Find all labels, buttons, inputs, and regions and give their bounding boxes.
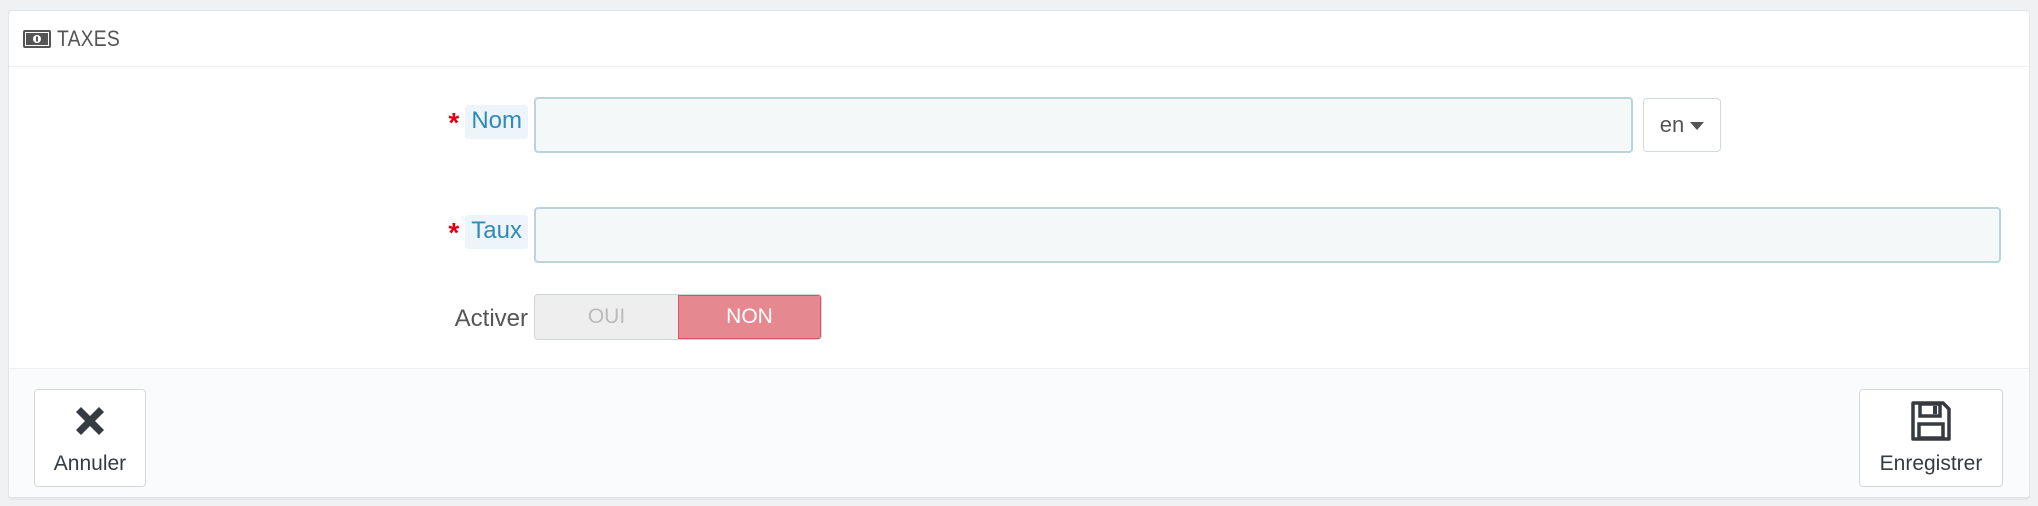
panel-heading: TAXES	[9, 11, 2029, 67]
rate-label-group: * Taux	[448, 215, 528, 249]
caret-down-icon	[1690, 122, 1705, 130]
enable-switch[interactable]: OUI NON	[534, 294, 822, 340]
save-icon	[1911, 401, 1951, 441]
panel-title: TAXES	[57, 25, 120, 51]
name-input[interactable]	[534, 97, 1633, 153]
enable-label-group: Activer	[455, 305, 528, 333]
name-label: Nom	[465, 105, 528, 139]
language-dropdown-label: en	[1659, 112, 1685, 137]
taxes-panel: TAXES * Nom en * Taux Activer OUI NON An…	[8, 10, 2030, 498]
required-mark: *	[448, 217, 460, 248]
switch-yes-option[interactable]: OUI	[535, 295, 678, 339]
save-button[interactable]: Enregistrer	[1859, 389, 2003, 487]
switch-no-option[interactable]: NON	[678, 295, 821, 339]
name-label-group: * Nom	[448, 105, 528, 139]
enable-label: Activer	[454, 305, 528, 332]
rate-label: Taux	[465, 215, 528, 249]
rate-row: * Taux	[9, 207, 2029, 267]
cancel-button[interactable]: Annuler	[34, 389, 146, 487]
money-icon	[23, 29, 51, 48]
enable-row: Activer OUI NON	[9, 294, 2029, 344]
save-label: Enregistrer	[1879, 452, 1983, 475]
rate-input[interactable]	[534, 207, 2001, 263]
cancel-label: Annuler	[53, 452, 127, 475]
close-icon	[76, 407, 104, 435]
panel-footer: Annuler Enregistrer	[9, 368, 2029, 497]
name-row: * Nom en	[9, 97, 2029, 157]
required-mark: *	[448, 107, 460, 138]
language-dropdown[interactable]: en	[1643, 98, 1721, 152]
